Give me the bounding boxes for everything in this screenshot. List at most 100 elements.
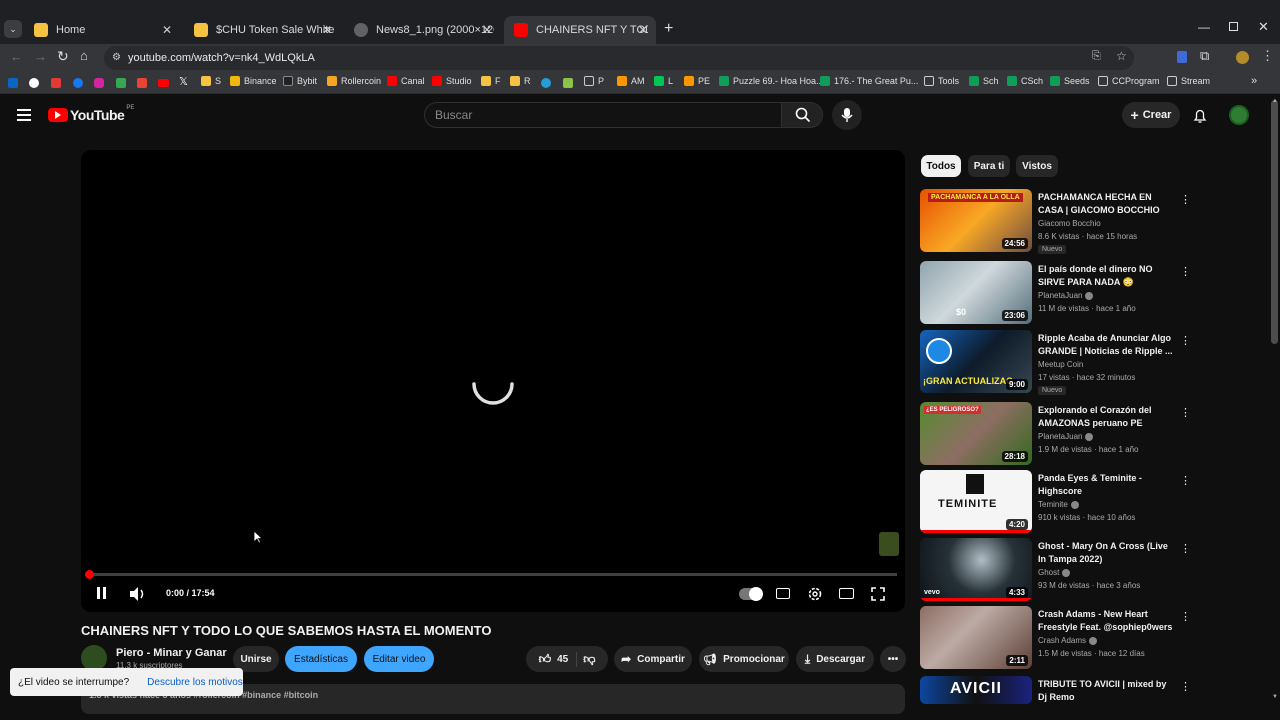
- hamburger-menu-icon[interactable]: [17, 109, 31, 121]
- progress-scrubber[interactable]: [85, 570, 94, 579]
- telegram-icon[interactable]: [541, 78, 551, 88]
- back-icon[interactable]: ←: [10, 49, 23, 64]
- bookmark-rollercoin[interactable]: Rollercoin: [327, 76, 381, 86]
- profile-avatar[interactable]: [1236, 51, 1249, 64]
- progress-bar[interactable]: [89, 573, 897, 576]
- create-button[interactable]: + Crear: [1122, 102, 1180, 128]
- more-vertical-icon[interactable]: ⋮: [1180, 193, 1191, 206]
- more-vertical-icon[interactable]: ⋮: [1180, 406, 1191, 419]
- close-window-icon[interactable]: ✕: [1258, 19, 1269, 35]
- channel-watermark[interactable]: [879, 532, 899, 556]
- close-icon[interactable]: ✕: [638, 23, 648, 37]
- volume-icon[interactable]: [129, 586, 147, 602]
- recommendation-channel[interactable]: Crash Adams: [1038, 636, 1098, 645]
- toast-link[interactable]: Descubre los motivos: [147, 677, 243, 688]
- site-info-icon[interactable]: ⚙: [112, 52, 121, 63]
- youtube-icon[interactable]: [158, 79, 169, 87]
- close-icon[interactable]: ✕: [322, 23, 332, 37]
- more-vertical-icon[interactable]: ⋮: [1180, 610, 1191, 623]
- recommendation-item[interactable]: vevo 4:33 Ghost - Mary On A Cross (Live …: [920, 538, 1191, 604]
- recommendation-title[interactable]: Crash Adams - New Heart Freestyle Feat. …: [1038, 608, 1174, 634]
- share-button[interactable]: ➦ Compartir: [614, 646, 692, 672]
- video-thumbnail[interactable]: TEMINITE 4:20: [920, 470, 1032, 533]
- recommendation-item[interactable]: ¡GRAN ACTUALIZAC 9:00 Ripple Acaba de An…: [920, 330, 1191, 396]
- recommendation-item[interactable]: TEMINITE 4:20 Panda Eyes & Teminite - Hi…: [920, 470, 1191, 536]
- recommendation-title[interactable]: Ripple Acaba de Anunciar Algo GRANDE | N…: [1038, 332, 1174, 358]
- recommendation-item[interactable]: AVICII TRIBUTE TO AVICII | mixed by Dj R…: [920, 676, 1191, 706]
- more-vertical-icon[interactable]: ⋮: [1180, 265, 1191, 278]
- bookmark-bybit[interactable]: Bybit: [283, 76, 317, 86]
- recommendation-title[interactable]: PACHAMANCA HECHA EN CASA | GIACOMO BOCCH…: [1038, 191, 1174, 217]
- instagram-icon[interactable]: [94, 78, 104, 88]
- more-vertical-icon[interactable]: ⋮: [1180, 542, 1191, 555]
- recommendation-channel[interactable]: Ghost: [1038, 568, 1071, 577]
- bookmark-icon[interactable]: [51, 78, 61, 88]
- bookmark-puzzle176[interactable]: 176.- The Great Pu...: [820, 76, 918, 86]
- bookmark-icon[interactable]: [29, 78, 39, 88]
- browser-tab-chu[interactable]: $CHU Token Sale Whitelist | Ch ✕: [184, 16, 340, 44]
- more-vertical-icon[interactable]: ⋮: [1180, 474, 1191, 487]
- restore-icon[interactable]: [1229, 22, 1238, 31]
- minimize-icon[interactable]: —: [1198, 20, 1210, 34]
- download-button[interactable]: ⤓ Descargar: [796, 646, 874, 672]
- autoplay-toggle[interactable]: [739, 587, 763, 601]
- recommendation-item[interactable]: $0 23:06 El país donde el dinero NO SIRV…: [920, 261, 1191, 327]
- tab-search-button[interactable]: ⌄: [4, 20, 22, 38]
- fullscreen-icon[interactable]: [871, 587, 885, 601]
- new-tab-icon[interactable]: +: [664, 20, 673, 38]
- video-thumbnail[interactable]: ¡GRAN ACTUALIZAC 9:00: [920, 330, 1032, 393]
- bookmark-icon[interactable]: [563, 78, 573, 88]
- recommendation-channel[interactable]: Meetup Coin: [1038, 360, 1083, 369]
- facebook-icon[interactable]: [73, 78, 83, 88]
- bookmark-l[interactable]: L: [654, 76, 673, 86]
- more-bookmarks-icon[interactable]: »: [1251, 75, 1257, 87]
- channel-name[interactable]: Piero - Minar y Ganar: [116, 647, 227, 659]
- bookmark-csch[interactable]: CSch: [1007, 76, 1043, 86]
- reload-icon[interactable]: ↻: [57, 48, 69, 65]
- video-thumbnail[interactable]: $0 23:06: [920, 261, 1032, 324]
- recommendation-title[interactable]: TRIBUTE TO AVICII | mixed by Dj Remo: [1038, 678, 1174, 704]
- bookmark-folder-ccprogram[interactable]: CCProgram: [1098, 76, 1160, 86]
- bookmark-am[interactable]: AM: [617, 76, 645, 86]
- recommendation-title[interactable]: Panda Eyes & Teminite - Highscore: [1038, 472, 1174, 498]
- home-icon[interactable]: ⌂: [80, 48, 88, 63]
- bookmark-folder-tools[interactable]: Tools: [924, 76, 959, 86]
- bookmark-icon[interactable]: [116, 78, 126, 88]
- browser-tab-news[interactable]: News8_1.png (2000×1200) ✕: [344, 16, 500, 44]
- pause-button[interactable]: [97, 587, 106, 599]
- bookmark-seeds[interactable]: Seeds: [1050, 76, 1090, 86]
- recommendation-title[interactable]: Explorando el Corazón del AMAZONAS perua…: [1038, 404, 1174, 430]
- scroll-down-icon[interactable]: ▼: [1272, 694, 1278, 700]
- video-thumbnail[interactable]: 2:11: [920, 606, 1032, 669]
- puzzle-icon[interactable]: ⧉: [1200, 48, 1209, 64]
- more-actions-button[interactable]: •••: [880, 646, 906, 672]
- settings-gear-icon[interactable]: [807, 586, 823, 602]
- recommendation-title[interactable]: El país donde el dinero NO SIRVE PARA NA…: [1038, 263, 1174, 289]
- browser-menu-icon[interactable]: ⋮: [1261, 48, 1274, 64]
- voice-search-button[interactable]: [832, 100, 862, 130]
- bookmark-icon[interactable]: [8, 78, 18, 88]
- account-avatar[interactable]: [1229, 105, 1249, 125]
- close-icon[interactable]: ✕: [482, 23, 492, 37]
- video-player[interactable]: 0:00 / 17:54: [81, 150, 905, 612]
- browser-tab-home[interactable]: Home ✕: [24, 16, 180, 44]
- bookmark-sch[interactable]: Sch: [969, 76, 999, 86]
- close-icon[interactable]: ✕: [162, 23, 172, 37]
- page-scrollbar[interactable]: [1271, 100, 1278, 344]
- x-icon[interactable]: 𝕏: [179, 75, 188, 88]
- bookmark-r[interactable]: R: [510, 76, 531, 86]
- bookmark-f[interactable]: F: [481, 76, 501, 86]
- youtube-logo[interactable]: YouTube PE: [48, 105, 134, 123]
- like-button[interactable]: 👍︎ 45: [539, 651, 578, 667]
- theater-mode-icon[interactable]: [839, 588, 854, 599]
- more-vertical-icon[interactable]: ⋮: [1180, 680, 1191, 693]
- video-thumbnail[interactable]: PACHAMANCA A LA OLLA 24:56: [920, 189, 1032, 252]
- video-thumbnail[interactable]: AVICII: [920, 676, 1032, 704]
- thumbs-down-icon[interactable]: 👎︎: [583, 652, 595, 667]
- recommendation-channel[interactable]: PlanetaJuan: [1038, 432, 1094, 441]
- forward-icon[interactable]: →: [34, 49, 47, 64]
- search-button[interactable]: [781, 102, 823, 128]
- bookmark-s[interactable]: S: [201, 76, 221, 86]
- recommendation-channel[interactable]: Giacomo Bocchio: [1038, 219, 1101, 228]
- chip-all[interactable]: Todos: [921, 155, 961, 177]
